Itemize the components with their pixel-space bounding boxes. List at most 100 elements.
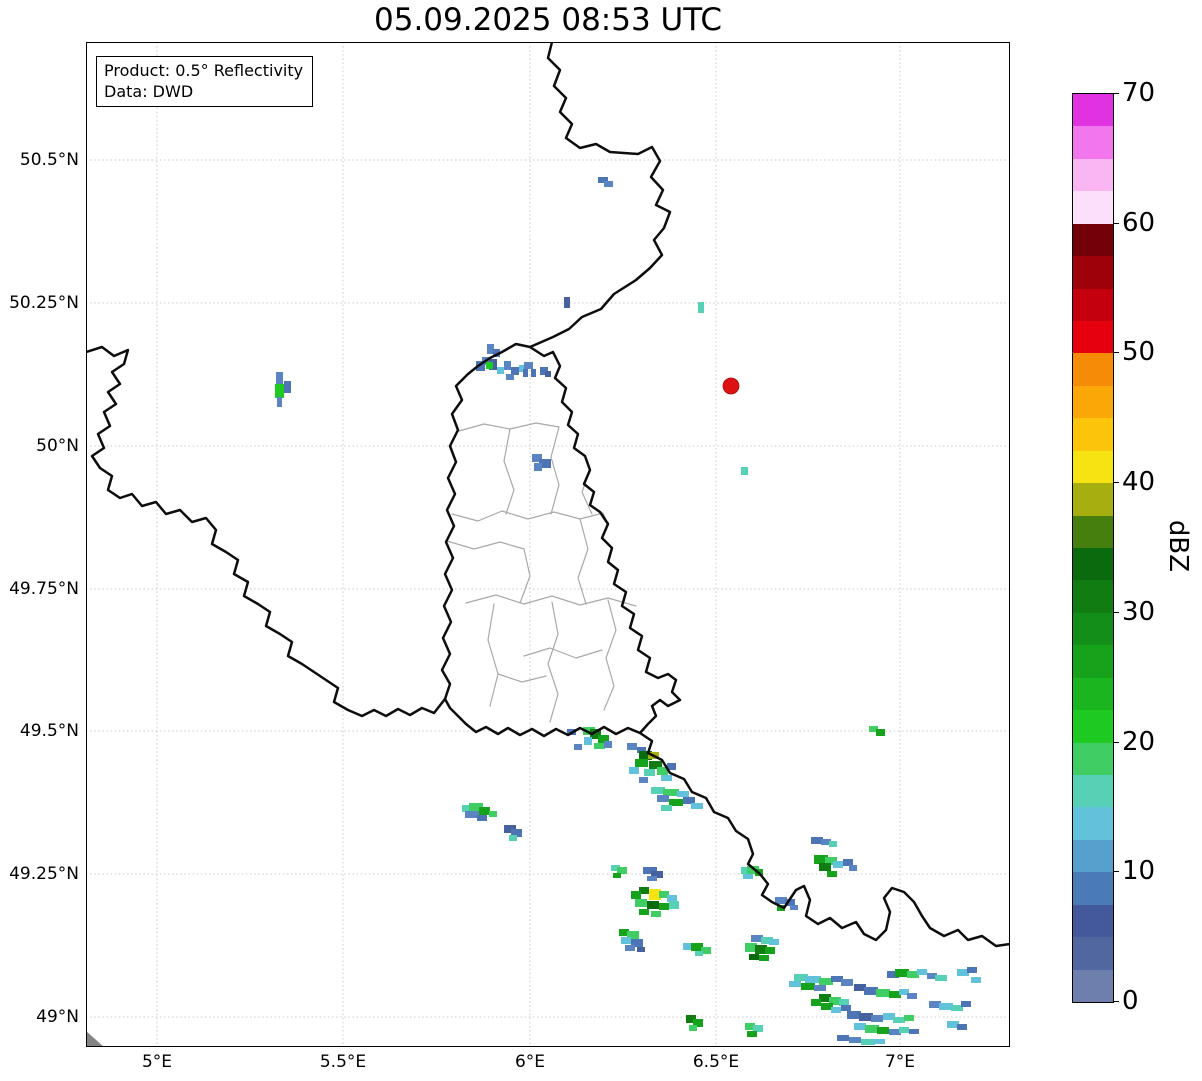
colorbar-segment: [1073, 677, 1113, 711]
radar-echo-cell: [864, 987, 878, 995]
radar-echo-cell: [833, 861, 843, 868]
region-border: [523, 647, 603, 659]
radar-echo-cell: [277, 397, 282, 407]
radar-echo-cell: [509, 835, 517, 841]
radar-echo-cell: [489, 811, 497, 817]
colorbar-tick-label: 40: [1122, 467, 1156, 498]
y-tick-label: 50.25°N: [9, 293, 79, 313]
region-border: [603, 599, 617, 711]
radar-echo-cell: [276, 372, 283, 384]
colorbar-tick-label: 30: [1122, 596, 1156, 627]
region-border: [487, 603, 499, 707]
radar-echo-cell: [669, 901, 679, 909]
radar-echo-cell: [841, 1005, 851, 1011]
colorbar-tick-label: 10: [1122, 856, 1156, 887]
plot-title: 05.09.2025 08:53 UTC: [374, 2, 722, 38]
colorbar-unit-label: dBZ: [1163, 519, 1193, 573]
radar-echo-cell: [497, 367, 504, 374]
radar-echo-cell: [629, 767, 639, 774]
region-border: [503, 428, 515, 515]
radar-echo-cell: [759, 955, 769, 961]
radar-echo-cell: [683, 797, 695, 804]
radar-echo-cell: [531, 369, 536, 377]
radar-echo-cell: [749, 954, 759, 960]
y-tick-label: 49.25°N: [9, 864, 79, 884]
x-tick-label: 5.5°E: [319, 1052, 367, 1072]
radar-echo-cell: [564, 297, 570, 308]
radar-echo-cell: [635, 759, 648, 767]
radar-echo-cell: [859, 1013, 873, 1021]
radar-echo-cell: [753, 1025, 763, 1032]
radar-echo-cell: [814, 985, 826, 991]
colorbar-segment: [1073, 936, 1113, 970]
radar-echo-cell: [651, 911, 661, 917]
radar-echo-cell: [523, 369, 528, 377]
x-tick-label: 6°E: [514, 1052, 546, 1072]
colorbar-segment: [1073, 158, 1113, 192]
radar-echo-cell: [545, 371, 551, 377]
radar-echo-cell: [877, 1027, 889, 1034]
radar-echo-cell: [661, 775, 672, 781]
y-tick-label: 50.5°N: [19, 150, 79, 170]
radar-echo-cell: [849, 1037, 861, 1043]
radar-echo-cell: [849, 865, 857, 871]
colorbar-segment: [1073, 774, 1113, 808]
radar-echo-cell: [486, 362, 493, 369]
radar-echo-cell: [594, 743, 605, 749]
radar-echo-cell: [659, 903, 669, 910]
colorbar-segment: [1073, 125, 1113, 159]
data-source-label: Data: DWD: [104, 82, 194, 102]
radar-echo-cell: [667, 895, 677, 902]
radar-echo-cell: [604, 181, 613, 187]
colorbar-segment: [1073, 320, 1113, 354]
radar-echo-cell: [843, 859, 853, 866]
radar-echo-cell: [769, 939, 779, 945]
colorbar-tick-label: 70: [1122, 78, 1156, 108]
region-border: [458, 422, 560, 432]
radar-echo-cell: [839, 999, 849, 1006]
radar-echo-cell: [805, 976, 821, 983]
colorbar-segment: [1073, 904, 1113, 938]
radar-echo-cell: [765, 947, 775, 954]
colorbar-tickmark: [1113, 222, 1119, 224]
colorbar-tickmark: [1113, 482, 1119, 484]
radar-echo-cell: [876, 729, 885, 736]
colorbar-segment: [1073, 417, 1113, 451]
radar-echo-cell: [895, 969, 909, 977]
radar-echo-cell: [604, 741, 612, 748]
radar-echo-cell: [669, 799, 683, 806]
colorbar-segment: [1073, 644, 1113, 678]
country-border: [86, 345, 447, 718]
radar-echo-cell: [524, 362, 533, 369]
y-tick-label: 49.5°N: [19, 721, 79, 741]
radar-map: [86, 42, 1010, 1047]
radar-echo-cell: [637, 947, 645, 952]
radar-echo-cell: [677, 791, 689, 797]
radar-echo-cell: [837, 1035, 849, 1041]
region-border: [465, 594, 637, 607]
colorbar-segment: [1073, 385, 1113, 419]
region-border: [577, 518, 589, 605]
colorbar-segment: [1073, 969, 1113, 1002]
radar-echo-cell: [627, 743, 637, 750]
radar-echo-cell: [534, 463, 542, 471]
radar-echo-cell: [625, 945, 635, 951]
product-label: Product: 0.5° Reflectivity: [104, 61, 304, 80]
radar-echo-cell: [829, 841, 837, 847]
country-border: [440, 342, 682, 738]
radar-echo-cell: [465, 811, 479, 818]
radar-echo-cell: [631, 891, 641, 899]
colorbar-tickmark: [1113, 741, 1119, 743]
radar-echo-cell: [695, 951, 703, 956]
radar-echo-cell: [504, 361, 511, 370]
radar-echo-cell: [621, 937, 631, 944]
colorbar-segment: [1073, 190, 1113, 224]
radar-echo-cell: [661, 805, 672, 811]
radar-echo-cell: [487, 344, 494, 354]
colorbar-segment: [1073, 223, 1113, 257]
colorbar-segment: [1073, 806, 1113, 840]
radar-echo-cell: [663, 789, 679, 796]
radar-echo-cell: [827, 871, 837, 877]
radar-echo-cell: [819, 978, 833, 985]
y-tick-label: 49°N: [36, 1007, 79, 1027]
